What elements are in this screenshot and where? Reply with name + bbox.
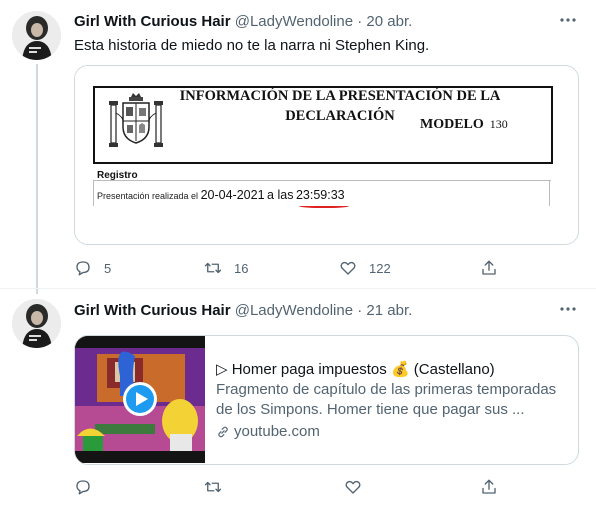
handle[interactable]: @LadyWendoline <box>235 302 353 319</box>
red-underline <box>299 203 349 208</box>
tweet-header: Girl With Curious Hair @LadyWendoline · … <box>74 302 412 319</box>
retweet-count: 16 <box>234 260 249 276</box>
tweet-actions <box>74 478 514 498</box>
tweet-1[interactable]: Girl With Curious Hair @LadyWendoline · … <box>0 0 596 294</box>
retweet-button[interactable]: 16 <box>204 259 248 277</box>
tweet-date[interactable]: 21 abr. <box>366 302 412 319</box>
retweet-icon <box>204 481 222 493</box>
tweet-actions: 5 16 122 <box>74 259 514 279</box>
reply-count: 5 <box>104 260 112 276</box>
reply-icon <box>76 261 90 276</box>
coat-of-arms-icon <box>109 93 163 147</box>
video-thumbnail[interactable] <box>75 336 205 463</box>
retweet-icon <box>204 262 222 274</box>
separator: · <box>357 302 363 319</box>
tweet-2[interactable]: Girl With Curious Hair @LadyWendoline · … <box>0 289 596 515</box>
card-title: ▷ Homer paga impuestos 💰 (Castellano) <box>216 361 495 378</box>
link-icon <box>218 426 228 438</box>
document-image: INFORMACIÓN DE LA PRESENTACIÓN DE LA DEC… <box>75 66 578 242</box>
like-button[interactable] <box>344 478 374 496</box>
card-description: Fragmento de capítulo de las primeras te… <box>216 381 557 418</box>
reply-icon <box>76 480 90 495</box>
retweet-button[interactable] <box>204 478 234 496</box>
share-button[interactable] <box>480 259 498 277</box>
document-rule <box>93 180 551 181</box>
more-icon[interactable] <box>558 299 578 324</box>
thread-line <box>36 64 38 294</box>
document-modelo: MODELO 130 <box>420 117 508 132</box>
card-domain: youtube.com <box>216 422 566 442</box>
document-rule <box>549 180 550 206</box>
card-text: ▷ Homer paga impuestos 💰 (Castellano) Fr… <box>216 360 566 442</box>
document-presentacion-line: Presentación realizada el 20-04-2021 a l… <box>97 188 345 202</box>
like-button[interactable]: 122 <box>339 259 391 277</box>
handle[interactable]: @LadyWendoline <box>235 13 353 30</box>
heart-icon <box>345 480 361 494</box>
share-button[interactable] <box>480 478 498 496</box>
heart-icon <box>340 261 356 275</box>
display-name[interactable]: Girl With Curious Hair <box>74 13 231 30</box>
play-icon[interactable] <box>122 381 158 417</box>
tweet-date[interactable]: 20 abr. <box>366 13 412 30</box>
separator: · <box>357 13 363 30</box>
share-icon <box>482 260 496 275</box>
like-count: 122 <box>369 260 391 276</box>
tweet-header: Girl With Curious Hair @LadyWendoline · … <box>74 13 412 30</box>
reply-button[interactable] <box>74 478 104 496</box>
avatar[interactable] <box>12 299 61 348</box>
share-icon <box>482 479 496 494</box>
more-icon[interactable] <box>558 10 578 35</box>
avatar[interactable] <box>12 11 61 60</box>
reply-button[interactable]: 5 <box>74 259 111 277</box>
tweet-text: Esta historia de miedo no te la narra ni… <box>74 37 430 54</box>
link-card[interactable]: ▷ Homer paga impuestos 💰 (Castellano) Fr… <box>74 335 579 465</box>
tweet-image[interactable]: INFORMACIÓN DE LA PRESENTACIÓN DE LA DEC… <box>74 65 579 245</box>
document-rule <box>93 180 94 206</box>
display-name[interactable]: Girl With Curious Hair <box>74 302 231 319</box>
